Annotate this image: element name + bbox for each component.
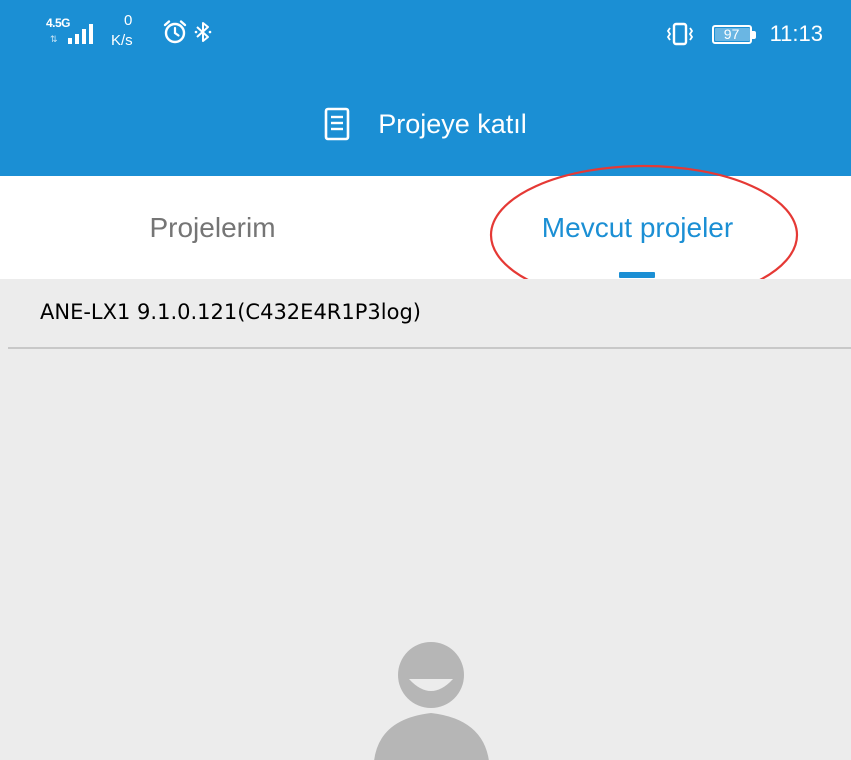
document-icon [324,107,350,141]
status-time: 11:13 [769,21,823,46]
network-speed: 0 K/s [106,12,150,52]
network-indicator: 4.5G ⇅ [46,12,106,52]
app-bar: Projeye katıl [0,72,851,176]
tab-bar: Projelerim Mevcut projeler [0,176,851,279]
vibrate-icon [666,22,693,46]
network-arrows: ⇅ [50,34,58,44]
tab-my-projects[interactable]: Projelerim [0,176,425,279]
battery-icon: 97 [711,23,758,45]
list-item[interactable]: ANE-LX1 9.1.0.121(C432E4R1P3log) [0,279,851,348]
speed-value: 0 [124,12,133,29]
tab-available-projects[interactable]: Mevcut projeler [425,176,850,279]
alarm-icon [163,20,187,44]
bluetooth-icon [194,22,212,42]
user-avatar-icon [374,642,489,760]
signal-icon [68,24,93,44]
network-type: 4.5G [46,16,71,30]
status-left: 4.5G ⇅ 0 K/s [46,12,212,52]
tab-indicator [619,272,655,278]
status-right: 97 11:13 [664,14,823,54]
speed-unit: K/s [111,32,133,49]
project-name: ANE-LX1 9.1.0.121(C432E4R1P3log) [40,300,421,324]
battery-level: 97 [723,26,740,42]
status-bar: 4.5G ⇅ 0 K/s 97 11:13 [0,0,851,72]
list-divider [8,347,851,349]
page-title: Projeye katıl [378,108,527,139]
project-list: ANE-LX1 9.1.0.121(C432E4R1P3log) [0,279,851,760]
